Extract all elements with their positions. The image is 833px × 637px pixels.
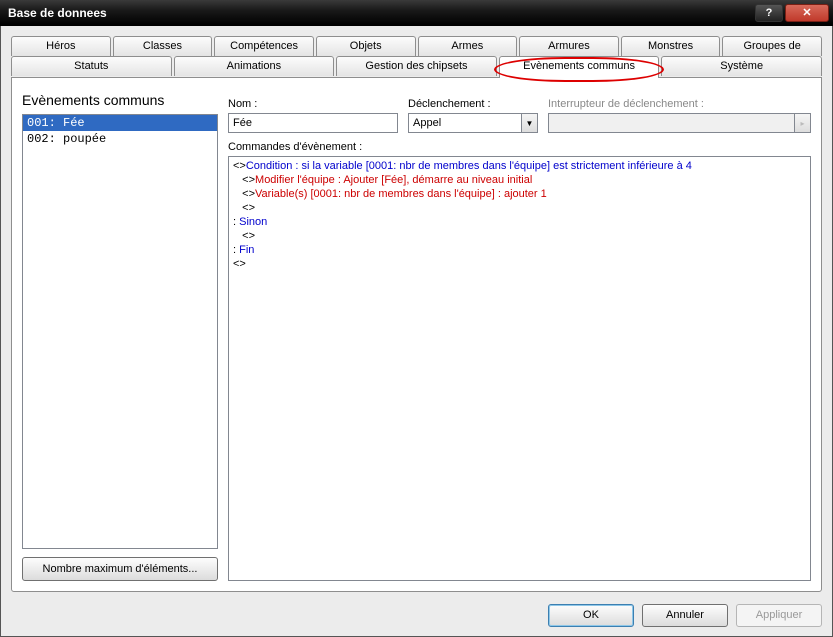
- name-input[interactable]: Fée: [228, 113, 398, 133]
- tab-gestion-des-chipsets[interactable]: Gestion des chipsets: [336, 56, 497, 76]
- trigger-combo[interactable]: Appel ▼: [408, 113, 538, 133]
- command-line[interactable]: <>Condition : si la variable [0001: nbr …: [233, 159, 806, 173]
- switch-combo: ▸: [548, 113, 811, 133]
- tab-monstres[interactable]: Monstres: [621, 36, 721, 56]
- tab-row-2: StatutsAnimationsGestion des chipsetsEvè…: [11, 56, 822, 77]
- left-column: Evènements communs 001: Fée002: poupée N…: [22, 88, 218, 581]
- chevron-right-icon: ▸: [794, 114, 810, 132]
- command-line[interactable]: : Sinon: [233, 215, 806, 229]
- cancel-button[interactable]: Annuler: [642, 604, 728, 627]
- switch-label: Interrupteur de déclenchement :: [548, 98, 811, 110]
- command-line[interactable]: : Fin: [233, 243, 806, 257]
- max-elements-button[interactable]: Nombre maximum d'éléments...: [22, 557, 218, 581]
- titlebar: Base de donnees ? ✕: [0, 0, 833, 26]
- tab-animations[interactable]: Animations: [174, 56, 335, 76]
- switch-field: Interrupteur de déclenchement : ▸: [548, 98, 811, 133]
- apply-button: Appliquer: [736, 604, 822, 627]
- tab-groupes-de-monstres[interactable]: Groupes de monstres: [722, 36, 822, 56]
- window-buttons: ? ✕: [755, 4, 829, 22]
- commands-box[interactable]: <>Condition : si la variable [0001: nbr …: [228, 156, 811, 581]
- command-line[interactable]: <>Modifier l'équipe : Ajouter [Fée], dém…: [233, 173, 806, 187]
- event-list[interactable]: 001: Fée002: poupée: [22, 114, 218, 549]
- name-field: Nom : Fée: [228, 98, 398, 133]
- command-line[interactable]: <>: [233, 257, 806, 271]
- help-button[interactable]: ?: [755, 4, 783, 22]
- tab-ev-nements-communs[interactable]: Evènements communs: [499, 56, 660, 78]
- fields-row: Nom : Fée Déclenchement : Appel ▼ Interr…: [228, 88, 811, 133]
- tabs: HérosClassesCompétencesObjetsArmesArmure…: [11, 36, 822, 77]
- command-line[interactable]: <>Variable(s) [0001: nbr de membres dans…: [233, 187, 806, 201]
- name-label: Nom :: [228, 98, 398, 110]
- close-button[interactable]: ✕: [785, 4, 829, 22]
- tab-armes[interactable]: Armes: [418, 36, 518, 56]
- content-panel: Evènements communs 001: Fée002: poupée N…: [11, 77, 822, 592]
- close-icon: ✕: [802, 6, 811, 19]
- tab-syst-me[interactable]: Système: [661, 56, 822, 76]
- chevron-down-icon: ▼: [521, 114, 537, 132]
- list-item[interactable]: 002: poupée: [23, 131, 217, 147]
- trigger-field: Déclenchement : Appel ▼: [408, 98, 538, 133]
- commands-label: Commandes d'évènement :: [228, 141, 811, 153]
- ok-button[interactable]: OK: [548, 604, 634, 627]
- tab-row-1: HérosClassesCompétencesObjetsArmesArmure…: [11, 36, 822, 56]
- events-heading: Evènements communs: [22, 88, 218, 114]
- dialog-footer: OK Annuler Appliquer: [11, 592, 822, 630]
- window-title: Base de donnees: [8, 6, 755, 20]
- tab-comp-tences[interactable]: Compétences: [214, 36, 314, 56]
- trigger-value: Appel: [409, 117, 521, 129]
- tab-statuts[interactable]: Statuts: [11, 56, 172, 76]
- dialog-body: HérosClassesCompétencesObjetsArmesArmure…: [0, 26, 833, 637]
- list-item[interactable]: 001: Fée: [23, 115, 217, 131]
- tab-objets[interactable]: Objets: [316, 36, 416, 56]
- right-column: Nom : Fée Déclenchement : Appel ▼ Interr…: [228, 88, 811, 581]
- tab-classes[interactable]: Classes: [113, 36, 213, 56]
- command-line[interactable]: <>: [233, 229, 806, 243]
- command-line[interactable]: <>: [233, 201, 806, 215]
- tab-h-ros[interactable]: Héros: [11, 36, 111, 56]
- tab-armures[interactable]: Armures: [519, 36, 619, 56]
- trigger-label: Déclenchement :: [408, 98, 538, 110]
